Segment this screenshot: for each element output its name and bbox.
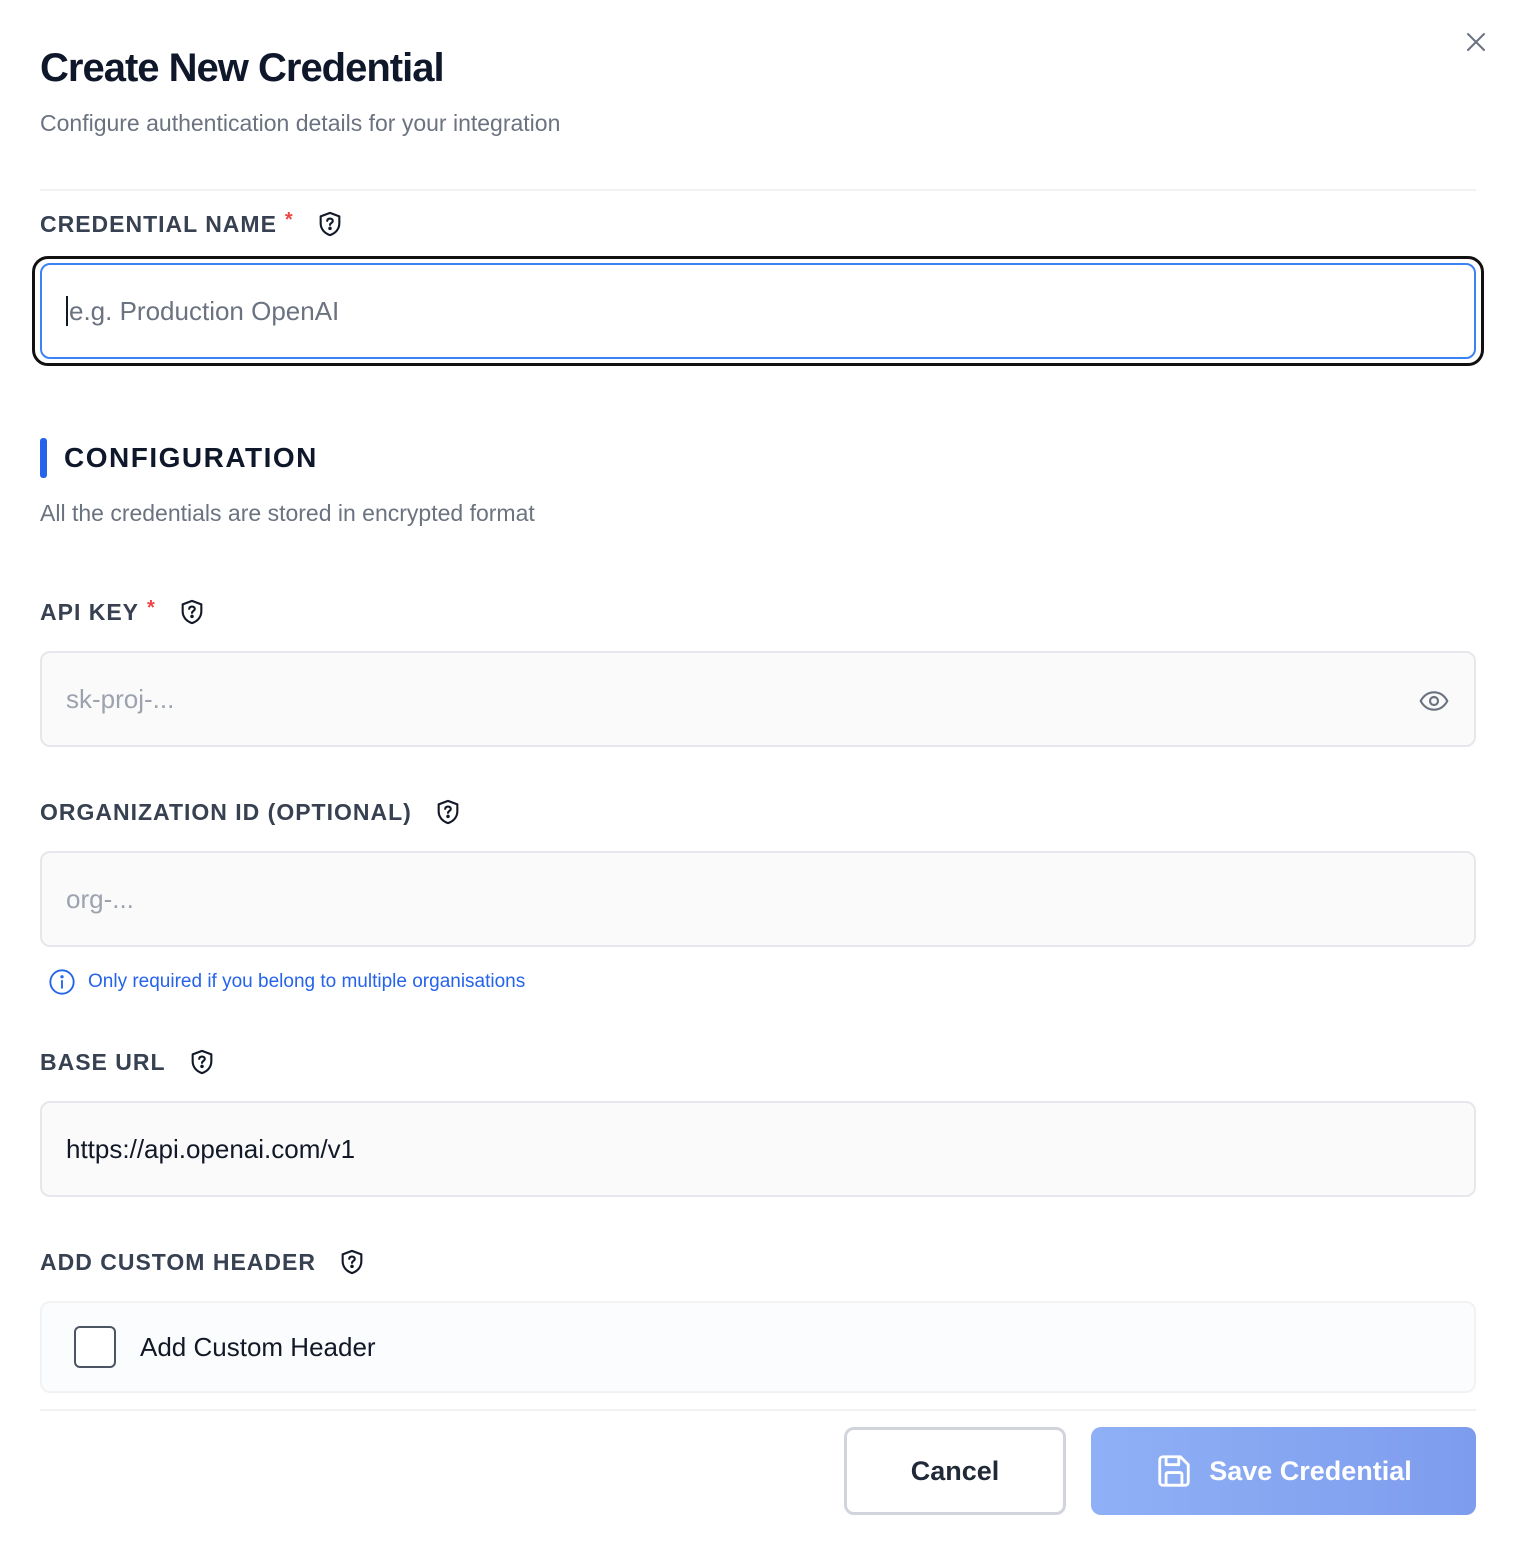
info-icon <box>49 969 75 995</box>
credential-name-label: CREDENTIAL NAME * <box>40 208 344 238</box>
text-caret <box>66 296 68 326</box>
save-icon <box>1158 1455 1190 1487</box>
help-shield-icon[interactable] <box>338 1248 366 1276</box>
footer-divider <box>40 1409 1476 1411</box>
dialog-subtitle: Configure authentication details for you… <box>40 110 561 136</box>
save-credential-button[interactable]: Save Credential <box>1091 1427 1476 1515</box>
dialog-title: Create New Credential <box>40 46 445 90</box>
cancel-button[interactable]: Cancel <box>844 1427 1066 1515</box>
cancel-button-label: Cancel <box>910 1455 1000 1486</box>
custom-header-row[interactable]: Add Custom Header <box>40 1301 1476 1393</box>
required-mark: * <box>284 208 294 231</box>
base-url-input[interactable]: https://api.openai.com/v1 <box>40 1101 1476 1197</box>
close-button[interactable] <box>1460 26 1492 58</box>
help-shield-icon[interactable] <box>178 598 206 626</box>
custom-header-checkbox-label: Add Custom Header <box>140 1331 376 1362</box>
close-icon <box>1467 33 1485 51</box>
api-key-placeholder: sk-proj-... <box>66 683 175 714</box>
section-accent-bar <box>40 438 47 478</box>
eye-icon[interactable] <box>1418 685 1450 717</box>
organization-id-placeholder: org-... <box>66 883 134 914</box>
custom-header-label: ADD CUSTOM HEADER <box>40 1248 366 1276</box>
organization-id-input[interactable]: org-... <box>40 851 1476 947</box>
help-shield-icon[interactable] <box>188 1048 216 1076</box>
credential-name-input[interactable]: e.g. Production OpenAI <box>40 263 1476 359</box>
credential-name-placeholder: e.g. Production OpenAI <box>69 295 340 326</box>
configuration-title: CONFIGURATION <box>64 442 318 473</box>
base-url-value: https://api.openai.com/v1 <box>66 1133 356 1164</box>
organization-hint: Only required if you belong to multiple … <box>48 968 525 996</box>
help-shield-icon[interactable] <box>434 798 462 826</box>
organization-hint-text: Only required if you belong to multiple … <box>88 971 526 992</box>
custom-header-checkbox[interactable] <box>74 1326 116 1368</box>
save-credential-label: Save Credential <box>1209 1455 1412 1486</box>
header-divider <box>40 189 1476 191</box>
configuration-description: All the credentials are stored in encryp… <box>40 500 535 526</box>
api-key-input[interactable]: sk-proj-... <box>40 651 1476 747</box>
help-shield-icon[interactable] <box>316 210 344 238</box>
required-mark: * <box>147 596 156 619</box>
base-url-label: BASE URL <box>40 1048 216 1076</box>
organization-id-label: ORGANIZATION ID (OPTIONAL) <box>40 798 462 826</box>
api-key-label: API KEY * <box>40 596 206 626</box>
